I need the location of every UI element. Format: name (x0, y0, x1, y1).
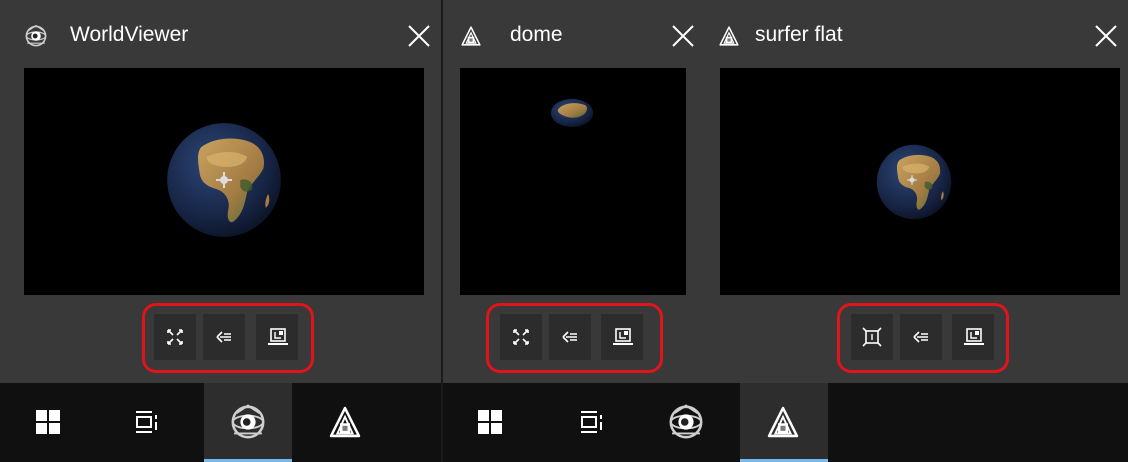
contract-button[interactable] (851, 314, 893, 360)
earth-globe (550, 98, 594, 128)
taskbar-start[interactable] (0, 383, 88, 462)
screen-left: WorldViewer (0, 0, 441, 462)
worldviewer-icon (25, 24, 47, 47)
window-title-bar[interactable]: surfer flat (703, 0, 1128, 68)
windows-start-icon (36, 410, 60, 434)
holographic-app-icon (461, 26, 481, 46)
taskbar-worldviewer[interactable] (643, 383, 731, 462)
snapshot-button[interactable] (952, 314, 994, 360)
back-arrow-icon (913, 331, 928, 343)
expand-button[interactable] (154, 314, 196, 360)
window-title: WorldViewer (70, 23, 189, 46)
worldviewer-icon (231, 404, 265, 439)
task-view-icon (581, 411, 602, 433)
crosshair-icon (216, 172, 232, 188)
viewport[interactable] (24, 68, 424, 295)
windows-start-icon (478, 410, 502, 434)
holographic-app-icon (329, 406, 361, 438)
expand-button[interactable] (500, 314, 542, 360)
back-button[interactable] (549, 314, 591, 360)
holographic-app-icon (719, 26, 739, 46)
window-worldviewer: WorldViewer (0, 0, 441, 383)
snapshot-icon (613, 328, 633, 345)
back-button[interactable] (900, 314, 942, 360)
snapshot-button[interactable] (601, 314, 643, 360)
window-title-bar[interactable]: WorldViewer (0, 0, 441, 68)
worldviewer-icon (669, 404, 703, 439)
window-title: dome (510, 23, 563, 46)
close-icon[interactable] (403, 20, 435, 52)
task-view-icon (136, 411, 157, 433)
viewport[interactable] (720, 68, 1120, 295)
back-button[interactable] (203, 314, 245, 360)
window-title-bar[interactable]: dome (443, 0, 703, 68)
viewport[interactable] (460, 68, 686, 295)
close-icon[interactable] (1090, 20, 1122, 52)
window-dome: dome (443, 0, 703, 383)
expand-icon (167, 329, 183, 345)
close-icon[interactable] (667, 20, 699, 52)
taskbar (0, 383, 441, 462)
expand-icon (513, 329, 529, 345)
snapshot-icon (268, 328, 288, 345)
taskbar-worldviewer[interactable] (204, 383, 292, 462)
snapshot-button[interactable] (256, 314, 298, 360)
taskbar-task-view[interactable] (100, 383, 188, 462)
contract-icon (862, 327, 882, 347)
taskbar-task-view[interactable] (547, 383, 635, 462)
holographic-app-icon (767, 406, 799, 438)
crosshair-icon (907, 175, 917, 185)
back-arrow-icon (216, 331, 231, 343)
taskbar (443, 383, 1128, 462)
snapshot-icon (964, 328, 984, 345)
taskbar-holographic-app[interactable] (740, 383, 828, 462)
window-surfer-flat: surfer flat (703, 0, 1128, 383)
screen-right: dome surfer flat (443, 0, 1128, 462)
taskbar-holographic-app[interactable] (302, 383, 390, 462)
window-title: surfer flat (755, 23, 843, 46)
taskbar-start[interactable] (447, 383, 535, 462)
back-arrow-icon (562, 331, 577, 343)
